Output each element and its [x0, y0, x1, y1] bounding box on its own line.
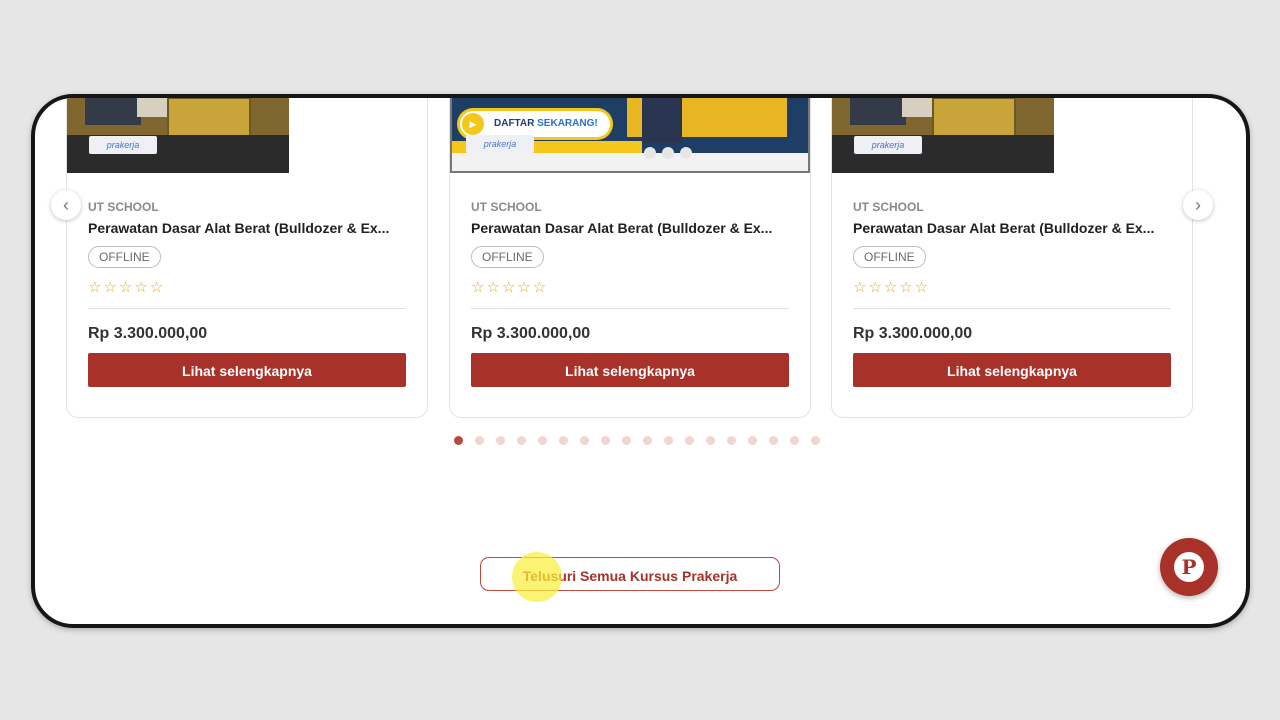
course-price: Rp 3.300.000,00	[88, 325, 208, 342]
course-title[interactable]: Perawatan Dasar Alat Berat (Bulldozer & …	[853, 220, 1173, 236]
play-icon: ▶	[462, 113, 484, 135]
cursor-highlight	[512, 552, 562, 602]
mode-badge: OFFLINE	[853, 246, 926, 268]
course-thumbnail[interactable]: ▶ DAFTAR SEKARANG! prakerja	[450, 98, 810, 173]
pagination-dot[interactable]	[748, 436, 757, 445]
chevron-left-icon[interactable]: ‹	[51, 190, 81, 220]
carousel-pagination[interactable]	[454, 432, 832, 450]
mode-badge: OFFLINE	[471, 246, 544, 268]
view-more-button[interactable]: Lihat selengkapnya	[471, 353, 789, 387]
course-price: Rp 3.300.000,00	[471, 325, 591, 342]
course-title[interactable]: Perawatan Dasar Alat Berat (Bulldozer & …	[471, 220, 791, 236]
rating-stars: ☆☆☆☆☆	[471, 279, 549, 296]
prakerja-logo: prakerja	[466, 135, 534, 153]
chevron-right-icon[interactable]: ›	[1183, 190, 1213, 220]
pagination-dot[interactable]	[769, 436, 778, 445]
pagination-dot[interactable]	[496, 436, 505, 445]
rating-stars: ☆☆☆☆☆	[88, 279, 166, 296]
course-price: Rp 3.300.000,00	[853, 325, 973, 342]
pagination-dot[interactable]	[790, 436, 799, 445]
course-title[interactable]: Perawatan Dasar Alat Berat (Bulldozer & …	[88, 220, 408, 236]
prakerja-logo: prakerja	[89, 136, 157, 154]
pagination-dot[interactable]	[664, 436, 673, 445]
mode-badge: OFFLINE	[88, 246, 161, 268]
course-card[interactable]: prakerja UT SCHOOL Perawatan Dasar Alat …	[66, 98, 428, 418]
pagination-dot[interactable]	[559, 436, 568, 445]
divider	[853, 308, 1171, 309]
course-card[interactable]: ▶ DAFTAR SEKARANG! prakerja UT SCHOOL Pe…	[449, 98, 811, 418]
course-provider: UT SCHOOL	[88, 200, 159, 214]
pagination-dot[interactable]	[475, 436, 484, 445]
view-more-button[interactable]: Lihat selengkapnya	[88, 353, 406, 387]
phone-frame: prakerja UT SCHOOL Perawatan Dasar Alat …	[31, 94, 1250, 628]
course-thumbnail[interactable]: prakerja	[832, 98, 1054, 173]
pagination-dot[interactable]	[517, 436, 526, 445]
rating-stars: ☆☆☆☆☆	[853, 279, 931, 296]
chat-p-icon: P	[1174, 552, 1204, 582]
register-banner: ▶ DAFTAR SEKARANG!	[460, 111, 610, 137]
course-thumbnail[interactable]: prakerja	[67, 98, 289, 173]
pagination-dot[interactable]	[580, 436, 589, 445]
course-provider: UT SCHOOL	[853, 200, 924, 214]
course-card[interactable]: prakerja UT SCHOOL Perawatan Dasar Alat …	[831, 98, 1193, 418]
pagination-dot[interactable]	[727, 436, 736, 445]
pagination-dot[interactable]	[643, 436, 652, 445]
pagination-dot[interactable]	[538, 436, 547, 445]
pagination-dot[interactable]	[811, 436, 820, 445]
pagination-dot[interactable]	[685, 436, 694, 445]
thumbnail-dots	[644, 146, 698, 164]
course-provider: UT SCHOOL	[471, 200, 542, 214]
pagination-dot[interactable]	[454, 436, 463, 445]
pagination-dot[interactable]	[601, 436, 610, 445]
pagination-dot[interactable]	[706, 436, 715, 445]
divider	[471, 308, 789, 309]
prakerja-logo: prakerja	[854, 136, 922, 154]
divider	[88, 308, 406, 309]
chat-button[interactable]: P	[1160, 538, 1218, 596]
view-more-button[interactable]: Lihat selengkapnya	[853, 353, 1171, 387]
pagination-dot[interactable]	[622, 436, 631, 445]
